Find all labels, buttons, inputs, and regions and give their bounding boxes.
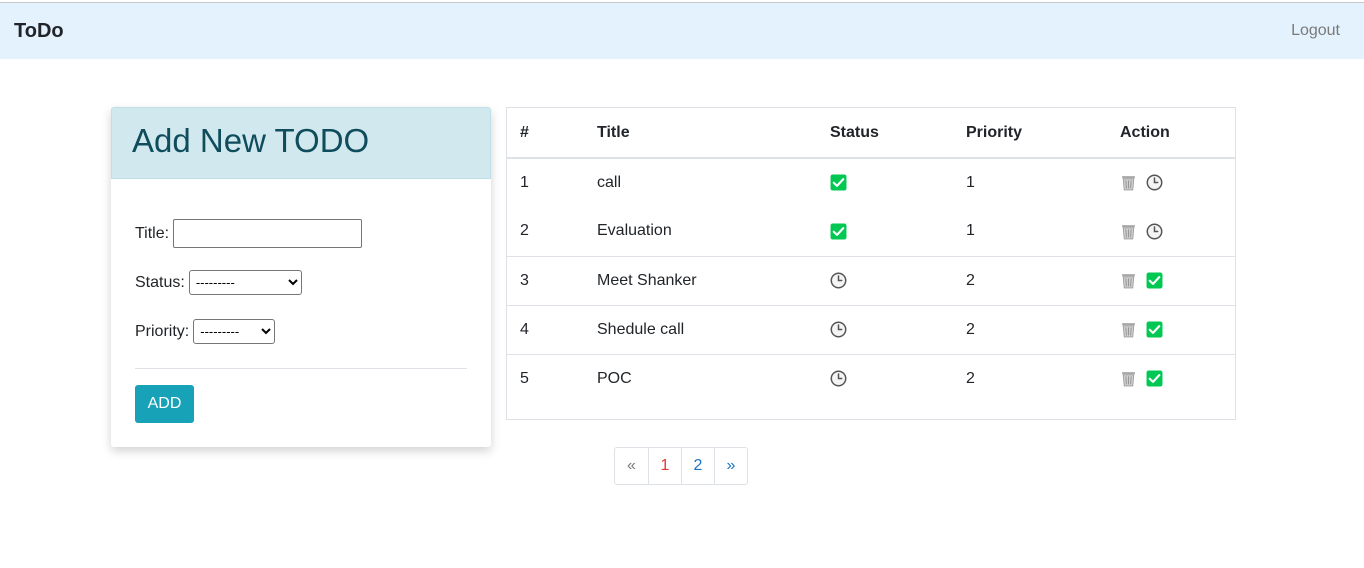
header-priority: Priority bbox=[953, 108, 1107, 159]
row-title: Evaluation bbox=[597, 222, 672, 240]
add-button[interactable]: ADD bbox=[135, 385, 194, 423]
row-title: call bbox=[597, 174, 622, 191]
header-num: # bbox=[507, 108, 584, 159]
row-actions bbox=[1107, 353, 1235, 403]
row-status bbox=[817, 158, 953, 207]
delete-trash-icon[interactable] bbox=[1120, 174, 1137, 191]
form-divider bbox=[135, 368, 467, 369]
delete-trash-icon[interactable] bbox=[1120, 321, 1137, 338]
table-row: 4 Shedule call 2 bbox=[507, 304, 1235, 354]
row-status bbox=[817, 255, 953, 305]
status-clock-icon bbox=[830, 370, 847, 387]
row-priority: 2 bbox=[953, 353, 1107, 403]
row-status bbox=[817, 353, 953, 403]
row-actions bbox=[1107, 158, 1235, 207]
row-priority: 2 bbox=[953, 304, 1107, 354]
add-todo-card: Add New TODO Title: Status: --------- Pr… bbox=[111, 107, 491, 447]
row-priority: 1 bbox=[966, 174, 975, 191]
header-action: Action bbox=[1107, 108, 1235, 159]
toggle-clock-icon[interactable] bbox=[1146, 222, 1163, 239]
title-label: Title: bbox=[135, 224, 170, 242]
row-actions bbox=[1107, 207, 1235, 256]
table-row: 2 Evaluation 1 bbox=[507, 207, 1235, 256]
row-num: 1 bbox=[520, 174, 529, 191]
page-link-2[interactable]: 2 bbox=[681, 448, 714, 484]
row-title: Shedule call bbox=[584, 304, 817, 354]
delete-trash-icon[interactable] bbox=[1120, 272, 1137, 289]
table-row: 1 call 1 bbox=[507, 158, 1235, 207]
todo-table: # Title Status Priority Action 1 call 1 2 Ev… bbox=[506, 107, 1236, 420]
status-clock-icon bbox=[830, 321, 847, 338]
table-row: 5 POC 2 bbox=[507, 353, 1235, 403]
table-header-row: # Title Status Priority Action bbox=[507, 108, 1235, 159]
delete-trash-icon[interactable] bbox=[1120, 222, 1137, 239]
title-input[interactable] bbox=[173, 219, 363, 248]
delete-trash-icon[interactable] bbox=[1120, 370, 1137, 387]
row-title: Meet Shanker bbox=[584, 255, 817, 305]
table-row: 3 Meet Shanker 2 bbox=[507, 255, 1235, 305]
navbar: ToDo Logout bbox=[0, 2, 1364, 59]
header-status: Status bbox=[817, 108, 953, 159]
row-priority: 2 bbox=[953, 255, 1107, 305]
next-page-link[interactable]: » bbox=[714, 448, 747, 484]
title-row: Title: bbox=[135, 219, 363, 248]
row-num: 2 bbox=[520, 222, 529, 240]
card-title: Add New TODO bbox=[132, 122, 370, 159]
logout-link[interactable]: Logout bbox=[1291, 22, 1340, 40]
row-title: POC bbox=[584, 353, 817, 403]
page-link-1[interactable]: 1 bbox=[648, 448, 681, 484]
brand[interactable]: ToDo bbox=[14, 20, 64, 43]
priority-label: Priority: bbox=[135, 322, 190, 340]
header-title: Title bbox=[584, 108, 817, 159]
prev-page-link[interactable]: « bbox=[615, 448, 648, 484]
priority-row: Priority: --------- bbox=[135, 319, 276, 344]
status-check-icon bbox=[830, 222, 847, 239]
row-actions bbox=[1107, 304, 1235, 354]
card-header: Add New TODO bbox=[111, 107, 491, 179]
row-status bbox=[817, 304, 953, 354]
row-priority: 1 bbox=[966, 222, 975, 240]
status-row: Status: --------- bbox=[135, 270, 302, 295]
toggle-check-icon[interactable] bbox=[1146, 370, 1163, 387]
row-actions bbox=[1107, 255, 1235, 305]
row-num: 4 bbox=[507, 304, 584, 354]
row-status bbox=[817, 207, 953, 256]
status-select[interactable]: --------- bbox=[188, 270, 302, 295]
priority-select[interactable]: --------- bbox=[193, 319, 276, 344]
toggle-clock-icon[interactable] bbox=[1146, 174, 1163, 191]
row-num: 3 bbox=[507, 255, 584, 305]
status-check-icon bbox=[830, 174, 847, 191]
toggle-check-icon[interactable] bbox=[1146, 272, 1163, 289]
pagination: « 1 2 » bbox=[614, 447, 748, 485]
status-label: Status: bbox=[135, 273, 185, 291]
status-clock-icon bbox=[830, 272, 847, 289]
row-num: 5 bbox=[507, 353, 584, 403]
toggle-check-icon[interactable] bbox=[1146, 321, 1163, 338]
